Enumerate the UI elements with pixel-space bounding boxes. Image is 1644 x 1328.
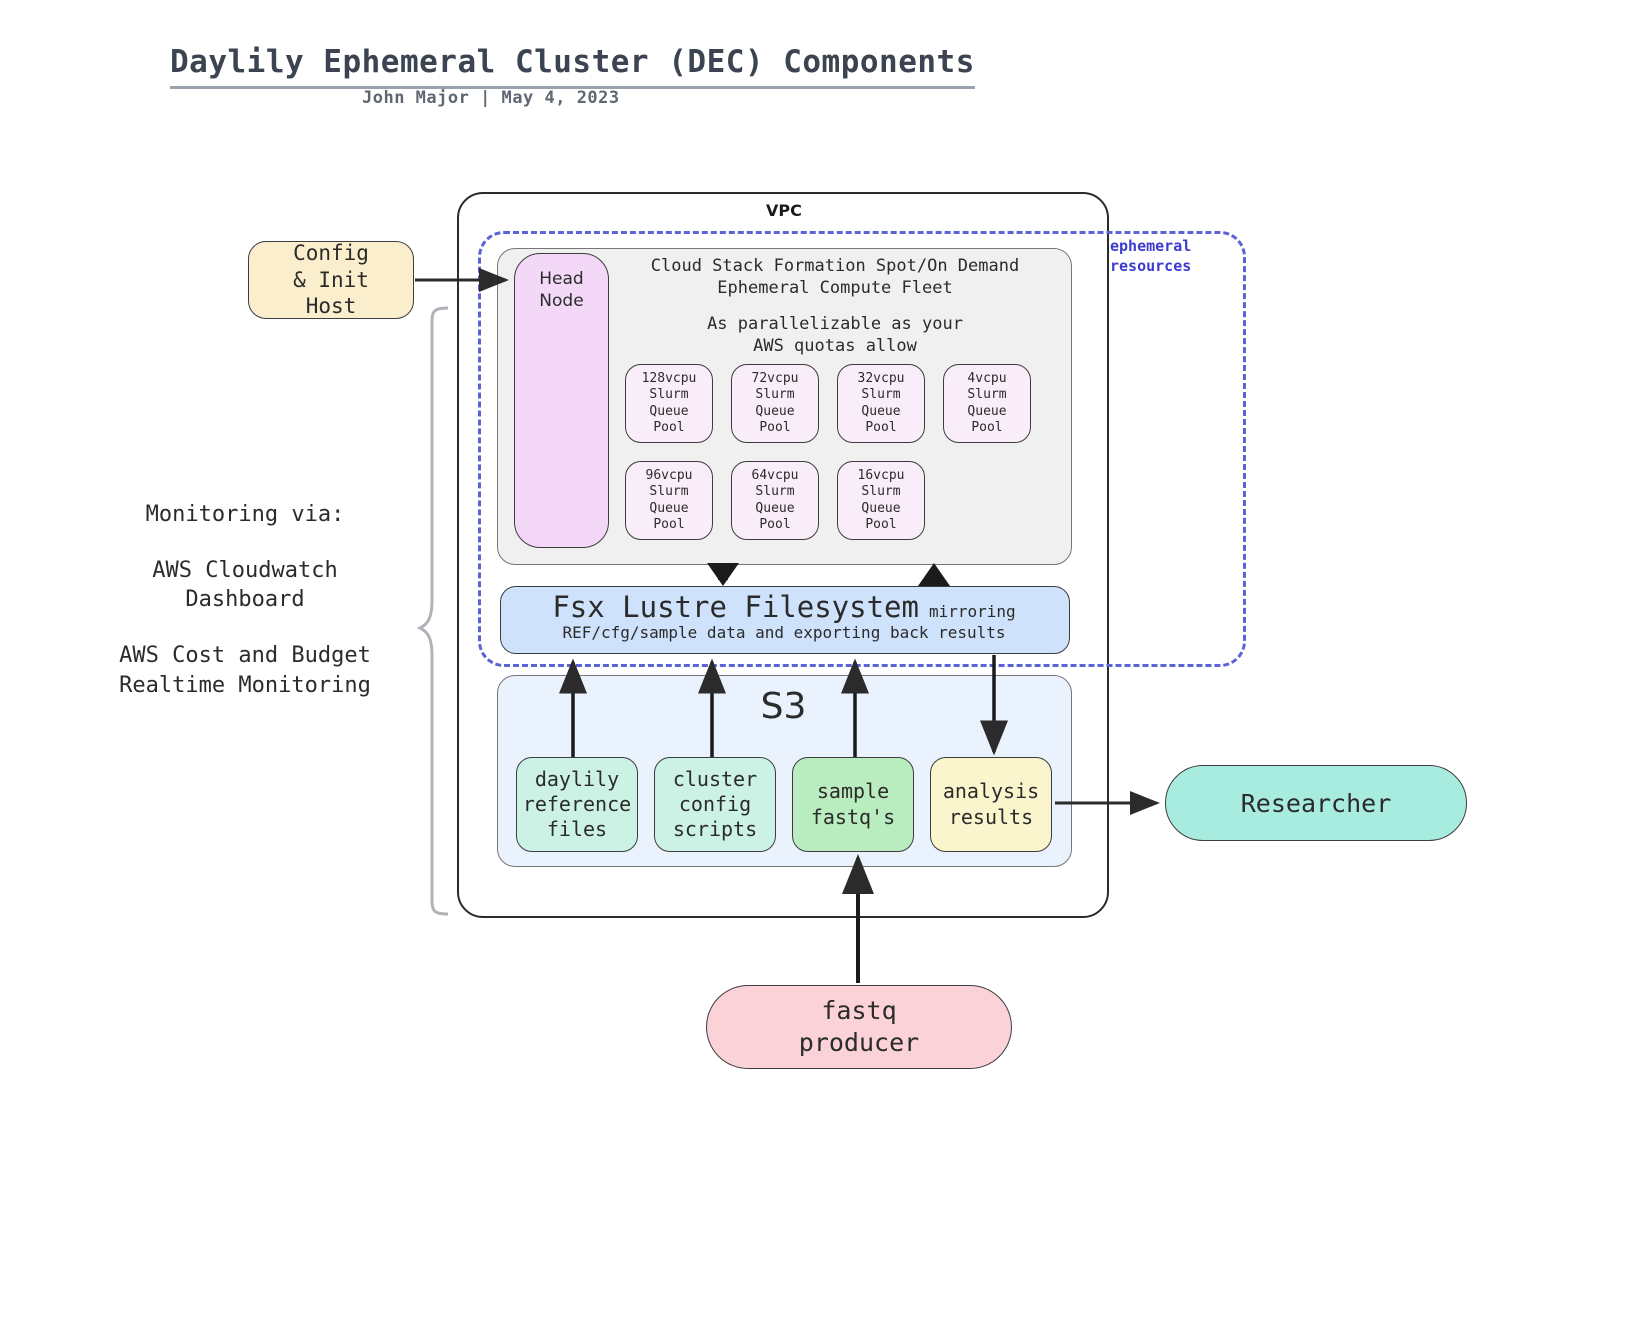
- monitoring-cost-budget: AWS Cost and Budget Realtime Monitoring: [119, 643, 371, 698]
- s3-bucket-cluster-config-scripts[interactable]: cluster config scripts: [654, 757, 776, 852]
- queue-pool-row-2: 96vcpu Slurm Queue Pool 64vcpu Slurm Que…: [625, 461, 925, 540]
- page-subtitle: John Major | May 4, 2023: [362, 88, 620, 108]
- monitoring-notes: Monitoring via: AWS Cloudwatch Dashboard…: [85, 500, 405, 700]
- s3-bucket-row: daylily reference files cluster config s…: [516, 757, 1052, 852]
- fleet-subtitle: As parallelizable as your AWS quotas all…: [707, 314, 963, 357]
- monitoring-brace: [416, 306, 449, 916]
- fsx-header-line: Fsx Lustre Filesystem mirroring: [500, 590, 1068, 624]
- config-and-init-host[interactable]: Config & Init Host: [248, 241, 414, 319]
- fsx-mirroring-label: mirroring: [928, 602, 1016, 621]
- queue-pool[interactable]: 32vcpu Slurm Queue Pool: [837, 364, 925, 443]
- head-node[interactable]: Head Node: [514, 253, 609, 548]
- s3-label: S3: [760, 686, 807, 727]
- queue-pool[interactable]: 128vcpu Slurm Queue Pool: [625, 364, 713, 443]
- s3-bucket-analysis-results[interactable]: analysis results: [930, 757, 1052, 852]
- queue-pool[interactable]: 72vcpu Slurm Queue Pool: [731, 364, 819, 443]
- researcher-node[interactable]: Researcher: [1165, 765, 1467, 841]
- monitoring-heading: Monitoring via:: [145, 502, 345, 527]
- fsx-detail: REF/cfg/sample data and exporting back r…: [562, 623, 1006, 642]
- monitoring-cloudwatch: AWS Cloudwatch Dashboard: [152, 557, 338, 613]
- queue-pool[interactable]: 16vcpu Slurm Queue Pool: [837, 461, 925, 540]
- fleet-title: Cloud Stack Formation Spot/On Demand Eph…: [650, 256, 1020, 299]
- queue-pool[interactable]: 64vcpu Slurm Queue Pool: [731, 461, 819, 540]
- queue-pool-row-1: 128vcpu Slurm Queue Pool 72vcpu Slurm Qu…: [625, 364, 1031, 443]
- page-title: Daylily Ephemeral Cluster (DEC) Componen…: [170, 44, 975, 89]
- vpc-label: VPC: [766, 201, 802, 220]
- fastq-producer-node[interactable]: fastq producer: [706, 985, 1012, 1069]
- s3-bucket-daylily-reference-files[interactable]: daylily reference files: [516, 757, 638, 852]
- ephemeral-resources-label: ephemeral resources: [1110, 237, 1192, 276]
- head-node-label: Head Node: [539, 269, 584, 312]
- s3-bucket-sample-fastqs[interactable]: sample fastq's: [792, 757, 914, 852]
- queue-pool[interactable]: 96vcpu Slurm Queue Pool: [625, 461, 713, 540]
- fsx-title: Fsx Lustre Filesystem: [552, 590, 919, 624]
- queue-pool[interactable]: 4vcpu Slurm Queue Pool: [943, 364, 1031, 443]
